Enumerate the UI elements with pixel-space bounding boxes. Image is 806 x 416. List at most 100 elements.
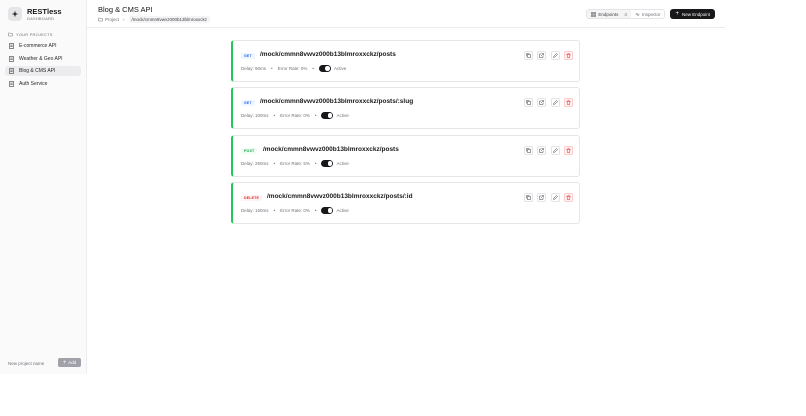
endpoint-path: /mock/cmmn8vwvz000b13blmroxxckz/posts/:s… bbox=[260, 98, 414, 105]
status-text: Active bbox=[333, 65, 347, 71]
projects-heading-label: YOUR PROJECTS bbox=[16, 32, 53, 37]
plus-icon: + bbox=[675, 11, 679, 17]
pencil-icon bbox=[552, 100, 558, 105]
method-badge: GET bbox=[241, 100, 255, 106]
copy-button[interactable] bbox=[523, 193, 533, 202]
copy-icon bbox=[525, 100, 531, 105]
new-endpoint-button[interactable]: + New Endpoint bbox=[670, 9, 715, 19]
external-link-icon bbox=[539, 195, 544, 200]
file-icon bbox=[9, 43, 14, 49]
trash-icon bbox=[566, 53, 571, 58]
header: Blog & CMS API Project › /mock/cmmn8vwvz… bbox=[87, 0, 725, 28]
brand: RESTless DASHBOARD bbox=[8, 7, 62, 21]
error-rate-text: Error Rate: 0% bbox=[280, 207, 310, 213]
status-text: Active bbox=[336, 160, 349, 166]
edit-button[interactable] bbox=[550, 193, 560, 202]
open-external-button[interactable] bbox=[537, 98, 546, 107]
brand-subtitle: DASHBOARD bbox=[27, 16, 55, 21]
sidebar-item-label: E-commerce API bbox=[19, 43, 57, 49]
endpoint-path: /mock/cmmn8vwvz000b13blmroxxckz/posts/:i… bbox=[267, 193, 413, 200]
error-rate-text: Error Rate: 0% bbox=[277, 65, 308, 71]
endpoint-path: /mock/cmmn8vwvz000b13blmroxxckz/posts bbox=[260, 51, 396, 58]
tab-inspector-label: Inspector bbox=[641, 11, 661, 17]
trash-icon bbox=[566, 100, 571, 105]
error-rate-text: Error Rate: 0% bbox=[280, 112, 310, 118]
endpoint-actions bbox=[519, 51, 573, 60]
project-list: E-commerce API Weather & Geo API Blog & … bbox=[5, 41, 81, 91]
activity-icon bbox=[635, 11, 640, 17]
grid-icon bbox=[591, 11, 597, 17]
delay-text: Delay: 250ms bbox=[241, 160, 269, 166]
active-toggle[interactable] bbox=[318, 65, 331, 72]
sidebar: RESTless DASHBOARD YOUR PROJECTS E-comme… bbox=[0, 0, 87, 374]
file-icon bbox=[9, 68, 14, 74]
delete-button[interactable] bbox=[564, 146, 573, 155]
sidebar-item-label: Blog & CMS API bbox=[19, 68, 56, 74]
new-project-input[interactable] bbox=[5, 359, 54, 368]
view-toggle: Endpoints 4 Inspector bbox=[586, 9, 666, 19]
sidebar-item-label: Weather & Geo API bbox=[19, 55, 63, 62]
copy-button[interactable] bbox=[523, 98, 533, 107]
edit-button[interactable] bbox=[550, 146, 560, 155]
page-title: Blog & CMS API bbox=[98, 5, 153, 14]
pencil-icon bbox=[552, 53, 558, 58]
add-project-button[interactable]: + Add bbox=[58, 358, 81, 367]
delete-button[interactable] bbox=[564, 98, 573, 107]
active-toggle[interactable] bbox=[321, 160, 334, 167]
error-rate-text: Error Rate: 5% bbox=[280, 160, 310, 166]
delay-text: Delay: 90ms bbox=[241, 65, 267, 71]
delete-button[interactable] bbox=[564, 51, 573, 60]
logo-icon bbox=[8, 7, 22, 21]
breadcrumb: Project › /mock/cmmn8vwvz000b13blmroxxck… bbox=[98, 16, 211, 23]
sidebar-item-ecommerce[interactable]: E-commerce API bbox=[5, 41, 81, 51]
pencil-icon bbox=[552, 195, 558, 200]
active-toggle[interactable] bbox=[321, 112, 334, 119]
open-external-button[interactable] bbox=[537, 146, 546, 155]
add-label: Add bbox=[68, 360, 77, 365]
copy-icon bbox=[525, 148, 531, 153]
edit-button[interactable] bbox=[550, 51, 560, 60]
tab-endpoints[interactable]: Endpoints 4 bbox=[587, 10, 631, 18]
endpoint-card[interactable]: GET /mock/cmmn8vwvz000b13blmroxxckz/post… bbox=[231, 40, 580, 82]
method-badge: POST bbox=[241, 148, 258, 154]
endpoint-card[interactable]: DELETE /mock/cmmn8vwvz000b13blmroxxckz/p… bbox=[231, 182, 580, 224]
active-toggle[interactable] bbox=[321, 207, 334, 214]
copy-button[interactable] bbox=[523, 146, 533, 155]
app-root: RESTless DASHBOARD YOUR PROJECTS E-comme… bbox=[0, 0, 806, 416]
edit-button[interactable] bbox=[550, 98, 560, 107]
trash-icon bbox=[566, 195, 571, 200]
tab-inspector[interactable]: Inspector bbox=[631, 10, 665, 18]
endpoint-actions bbox=[519, 193, 573, 202]
copy-button[interactable] bbox=[523, 51, 533, 60]
breadcrumb-separator: › bbox=[123, 17, 125, 22]
tab-endpoints-label: Endpoints bbox=[598, 11, 619, 17]
sidebar-item-auth[interactable]: Auth Service bbox=[5, 79, 81, 89]
external-link-icon bbox=[539, 100, 544, 105]
delay-text: Delay: 150ms bbox=[241, 207, 269, 213]
endpoint-actions bbox=[519, 98, 573, 107]
delete-button[interactable] bbox=[564, 193, 573, 202]
sidebar-item-label: Auth Service bbox=[19, 80, 48, 87]
brand-name: RESTless bbox=[27, 7, 62, 16]
plus-icon: + bbox=[62, 359, 67, 366]
copy-icon bbox=[525, 195, 531, 200]
pencil-icon bbox=[552, 148, 558, 153]
endpoint-card[interactable]: GET /mock/cmmn8vwvz000b13blmroxxckz/post… bbox=[231, 87, 580, 129]
endpoint-meta: Delay: 150ms • Error Rate: 0% • Active bbox=[241, 207, 349, 214]
endpoint-actions bbox=[519, 146, 573, 155]
file-icon bbox=[9, 80, 14, 87]
breadcrumb-root[interactable]: Project bbox=[105, 17, 119, 22]
copy-icon bbox=[525, 53, 531, 58]
open-external-button[interactable] bbox=[537, 51, 546, 60]
sidebar-item-weather[interactable]: Weather & Geo API bbox=[5, 54, 81, 64]
trash-icon bbox=[566, 148, 571, 153]
status-text: Active bbox=[336, 112, 349, 118]
toolbar: Endpoints 4 Inspector + New Endpoint bbox=[586, 9, 715, 19]
endpoint-card[interactable]: POST /mock/cmmn8vwvz000b13blmroxxckz/pos… bbox=[231, 135, 580, 177]
sidebar-item-blog[interactable]: Blog & CMS API bbox=[5, 66, 81, 76]
endpoint-meta: Delay: 100ms • Error Rate: 0% • Active bbox=[241, 112, 349, 119]
projects-heading: YOUR PROJECTS bbox=[8, 32, 53, 37]
endpoint-meta: Delay: 90ms • Error Rate: 0% • Active bbox=[241, 65, 347, 72]
open-external-button[interactable] bbox=[537, 193, 546, 202]
endpoint-path: /mock/cmmn8vwvz000b13blmroxxckz/posts bbox=[263, 146, 399, 153]
